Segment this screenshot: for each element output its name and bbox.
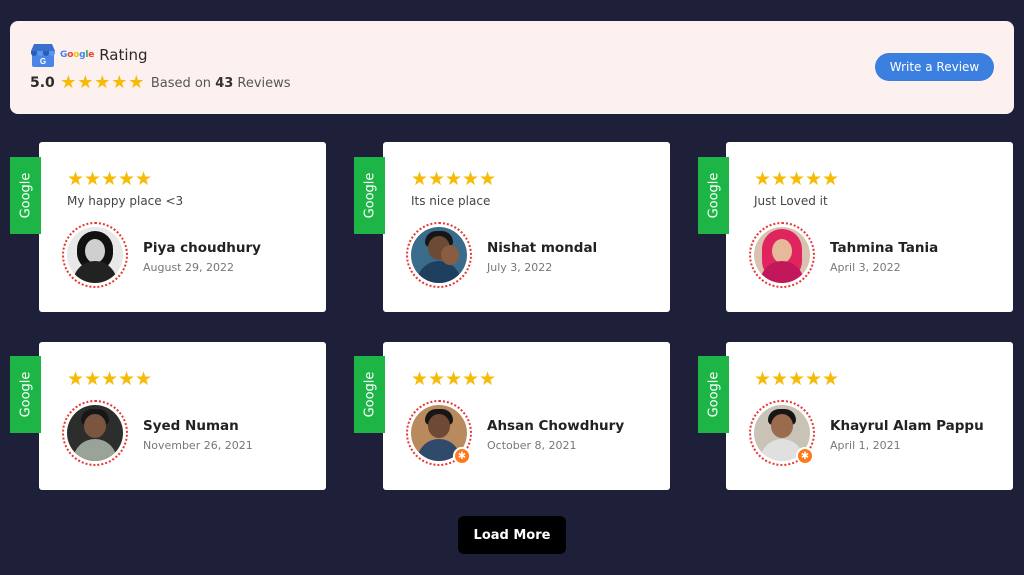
review-stars: ★ ★ ★ ★ ★	[67, 168, 153, 190]
local-guide-badge-icon: ✱	[453, 447, 471, 465]
avatar[interactable]	[406, 222, 472, 288]
star-icon: ★	[135, 168, 153, 190]
star-icon: ★	[788, 168, 806, 190]
reviewer-name[interactable]: Ahsan Chowdhury	[487, 418, 624, 434]
review-card: ★ ★ ★ ★ ★ My happy place <3 Piya choudhury A…	[39, 142, 326, 312]
google-source-ribbon: Google	[10, 356, 41, 433]
review-stars: ★ ★ ★ ★ ★	[67, 368, 153, 390]
review-stars: ★ ★ ★ ★ ★	[411, 368, 497, 390]
review-stars: ★ ★ ★ ★ ★	[754, 368, 840, 390]
review-date: July 3, 2022	[487, 261, 553, 274]
review-date: April 3, 2022	[830, 261, 901, 274]
google-source-ribbon: Google	[354, 157, 385, 234]
review-date: October 8, 2021	[487, 439, 577, 452]
avatar[interactable]: ✱	[406, 400, 472, 466]
review-date: April 1, 2021	[830, 439, 901, 452]
write-review-button[interactable]: Write a Review	[875, 53, 994, 81]
star-icon: ★	[805, 368, 823, 390]
review-card: ★ ★ ★ ★ ★ ✱ Khayrul Alam Pappu April 1, 2021	[726, 342, 1013, 490]
review-text: Its nice place	[411, 194, 491, 208]
avatar[interactable]: ✱	[749, 400, 815, 466]
star-icon: ★	[84, 168, 102, 190]
star-icon: ★	[822, 368, 840, 390]
reviewer-name[interactable]: Khayrul Alam Pappu	[830, 418, 984, 434]
star-icon: ★	[67, 368, 85, 390]
review-count: 43	[215, 75, 234, 91]
google-source-ribbon: Google	[10, 157, 41, 234]
review-date: August 29, 2022	[143, 261, 234, 274]
overall-score: 5.0	[30, 75, 55, 91]
review-count-text: Based on 43 Reviews	[150, 75, 291, 91]
star-icon: ★	[84, 368, 102, 390]
brand-row: G Google Rating	[30, 42, 148, 68]
review-text: Just Loved it	[754, 194, 828, 208]
star-icon: ★	[135, 368, 153, 390]
google-source-ribbon: Google	[698, 157, 729, 234]
load-more-button[interactable]: Load More	[458, 516, 566, 554]
star-icon: ★	[101, 368, 119, 390]
svg-text:G: G	[40, 57, 46, 66]
star-icon: ★	[754, 368, 772, 390]
star-icon: ★	[60, 72, 77, 93]
star-icon: ★	[94, 72, 111, 93]
reviewer-name[interactable]: Syed Numan	[143, 418, 239, 434]
rating-header: G Google Rating 5.0 ★ ★ ★ ★ ★ Based on 4…	[10, 21, 1014, 114]
reviewer-name[interactable]: Nishat mondal	[487, 240, 597, 256]
review-stars: ★ ★ ★ ★ ★	[411, 168, 497, 190]
star-icon: ★	[101, 168, 119, 190]
star-icon: ★	[411, 368, 429, 390]
star-icon: ★	[754, 168, 772, 190]
rating-title: Rating	[99, 46, 148, 64]
star-icon: ★	[111, 72, 128, 93]
star-icon: ★	[822, 168, 840, 190]
avatar[interactable]	[62, 222, 128, 288]
review-card: ★ ★ ★ ★ ★ Syed Numan November 26, 2021	[39, 342, 326, 490]
star-icon: ★	[462, 368, 480, 390]
overall-stars: ★ ★ ★ ★ ★	[60, 74, 145, 92]
star-icon: ★	[805, 168, 823, 190]
avatar[interactable]	[749, 222, 815, 288]
star-icon: ★	[128, 72, 145, 93]
star-icon: ★	[428, 168, 446, 190]
review-text: My happy place <3	[67, 194, 184, 208]
review-card: ★ ★ ★ ★ ★ ✱ Ahsan Chowdhury October 8, 2021	[383, 342, 670, 490]
star-icon: ★	[411, 168, 429, 190]
google-store-icon: G	[30, 42, 56, 68]
star-icon: ★	[771, 168, 789, 190]
local-guide-badge-icon: ✱	[796, 447, 814, 465]
google-wordmark: Google	[60, 50, 95, 60]
review-date: November 26, 2021	[143, 439, 253, 452]
star-icon: ★	[479, 368, 497, 390]
reviewer-name[interactable]: Piya choudhury	[143, 240, 261, 256]
star-icon: ★	[67, 168, 85, 190]
google-source-ribbon: Google	[698, 356, 729, 433]
star-icon: ★	[479, 168, 497, 190]
star-icon: ★	[788, 368, 806, 390]
google-source-ribbon: Google	[354, 356, 385, 433]
review-card: ★ ★ ★ ★ ★ Its nice place Nishat mondal July …	[383, 142, 670, 312]
star-icon: ★	[771, 368, 789, 390]
reviewer-name[interactable]: Tahmina Tania	[830, 240, 938, 256]
star-icon: ★	[428, 368, 446, 390]
star-icon: ★	[445, 368, 463, 390]
score-row: 5.0 ★ ★ ★ ★ ★ Based on 43 Reviews	[30, 74, 291, 92]
star-icon: ★	[77, 72, 94, 93]
star-icon: ★	[462, 168, 480, 190]
avatar[interactable]	[62, 400, 128, 466]
review-stars: ★ ★ ★ ★ ★	[754, 168, 840, 190]
star-icon: ★	[118, 168, 136, 190]
review-card: ★ ★ ★ ★ ★ Just Loved it Tahmina Tania April …	[726, 142, 1013, 312]
star-icon: ★	[118, 368, 136, 390]
star-icon: ★	[445, 168, 463, 190]
